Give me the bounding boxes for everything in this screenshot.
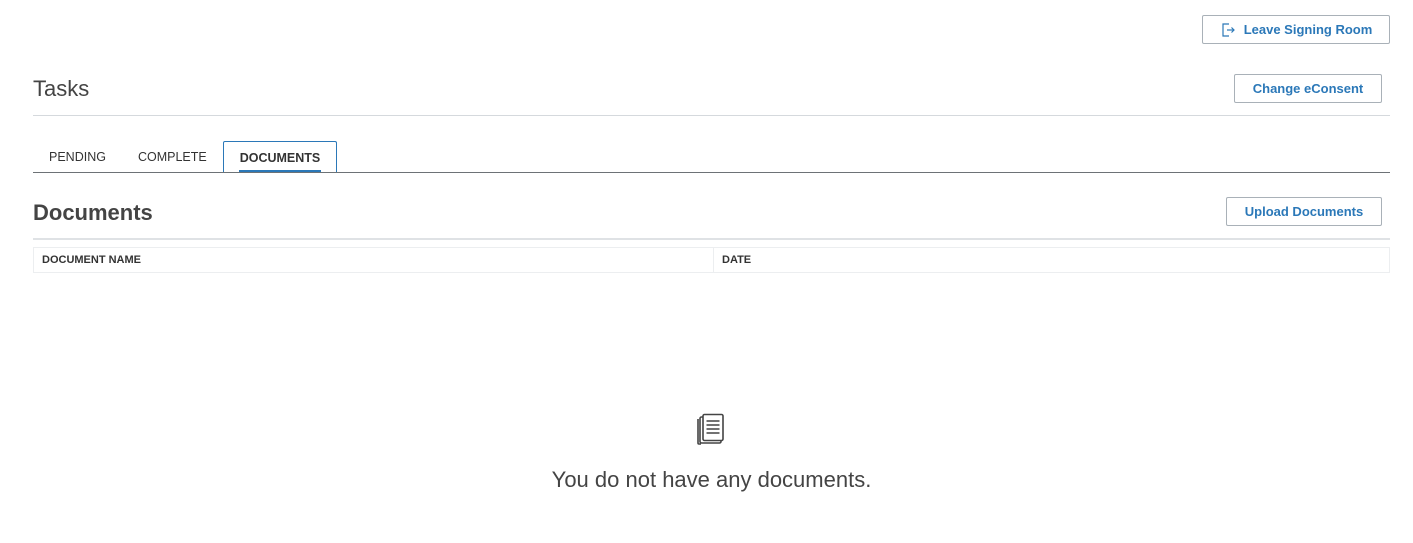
upload-documents-label: Upload Documents (1244, 204, 1364, 219)
documents-title: Documents (33, 200, 153, 225)
change-econsent-label: Change eConsent (1252, 81, 1364, 96)
tasks-title: Tasks (33, 76, 90, 101)
exit-door-icon (1220, 22, 1236, 38)
tab-pending[interactable]: PENDING (33, 141, 122, 173)
tabs-divider (33, 172, 1390, 173)
leave-signing-room-button[interactable]: Leave Signing Room (1202, 15, 1390, 44)
documents-divider (33, 238, 1390, 240)
column-header-date[interactable]: DATE (713, 248, 1389, 272)
documents-table-header: DOCUMENT NAME DATE (33, 247, 1390, 273)
task-tabs: PENDING COMPLETE DOCUMENTS (33, 141, 338, 173)
column-header-document-name[interactable]: DOCUMENT NAME (34, 248, 713, 272)
tasks-divider (33, 115, 1390, 116)
empty-state-message: You do not have any documents. (551, 467, 872, 492)
change-econsent-button[interactable]: Change eConsent (1234, 74, 1382, 103)
leave-signing-room-label: Leave Signing Room (1243, 22, 1373, 37)
upload-documents-button[interactable]: Upload Documents (1226, 197, 1382, 226)
document-icon (697, 413, 725, 445)
tab-complete[interactable]: COMPLETE (122, 141, 223, 173)
tab-documents[interactable]: DOCUMENTS (222, 141, 338, 173)
